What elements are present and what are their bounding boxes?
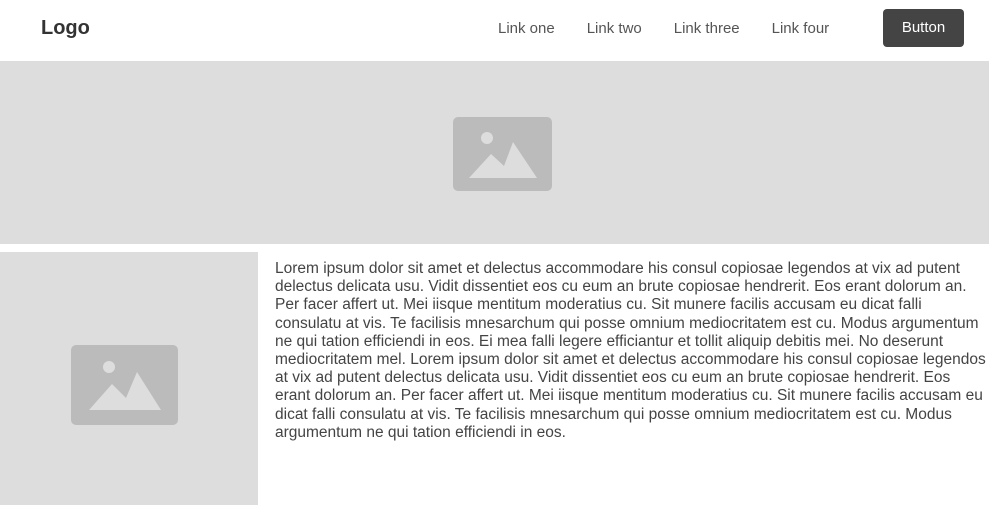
nav-link-four[interactable]: Link four [772,19,830,39]
navbar: Logo Link one Link two Link three Link f… [0,0,989,57]
image-placeholder-icon [71,345,178,425]
nav-link-two[interactable]: Link two [587,19,642,39]
content-image-placeholder [0,252,258,505]
logo[interactable]: Logo [41,16,90,40]
hero-image-placeholder [0,61,989,244]
body-text: Lorem ipsum dolor sit amet et delectus a… [275,260,986,441]
image-placeholder-icon [453,117,552,191]
nav-link-three[interactable]: Link three [674,19,740,39]
nav-link-one[interactable]: Link one [498,19,555,39]
header-button[interactable]: Button [883,9,964,47]
nav-links: Link one Link two Link three Link four [498,19,861,39]
